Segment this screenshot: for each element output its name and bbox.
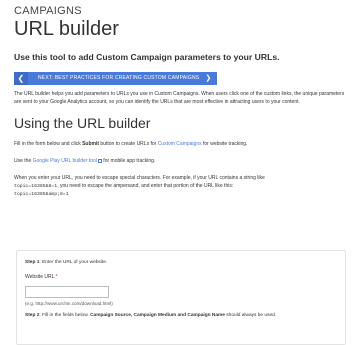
escape-text: When you enter your URL, you need to esc… [14, 175, 265, 181]
code-example-raw: topic=16385&8=1 [14, 184, 58, 189]
use-suffix: for mobile app tracking. [101, 158, 156, 164]
step-2-suffix: should always be used. [224, 313, 277, 318]
submit-word: Submit [82, 141, 100, 147]
step-1-text: : Enter the URL of your website. [39, 260, 108, 265]
fill-prefix: Fill in the form below and click [14, 141, 83, 147]
chevron-left-icon[interactable]: ❮ [14, 72, 28, 85]
fill-middle: button to create URLs for [99, 141, 158, 147]
page-lede: Use this tool to add Custom Campaign par… [14, 52, 280, 62]
website-url-label-text: Website URL [25, 274, 55, 280]
step-2-label: Step 2 [25, 313, 40, 318]
fill-in-instructions: Fill in the form below and click Submit … [14, 140, 354, 148]
step-2-instruction: Step 2: Fill in the fields below. Campai… [25, 312, 337, 319]
step-1-instruction: Step 1: Enter the URL of your website. [25, 259, 337, 266]
custom-campaigns-link[interactable]: Custom Campaigns [158, 141, 202, 147]
use-prefix: Use the [14, 158, 33, 164]
section-heading: Using the URL builder [14, 115, 151, 131]
fill-suffix: for website tracking. [201, 141, 248, 147]
required-mark: * [54, 274, 58, 280]
website-url-example: (e.g. http://www.urchin.com/download.htm… [25, 301, 113, 306]
url-builder-form: Step 1: Enter the URL of your website. W… [16, 250, 346, 345]
website-url-label: Website URL * [25, 274, 337, 280]
step-2-text: : Fill in the fields below. [39, 313, 91, 318]
website-url-input[interactable] [25, 286, 109, 298]
chevron-right-icon: ❯ [205, 75, 212, 82]
escape-instructions: When you enter your URL, you need to esc… [14, 174, 354, 198]
page-title: URL builder [14, 18, 119, 40]
next-button-label: NEXT: BEST PRACTICES FOR CREATING CUSTOM… [38, 75, 200, 81]
step-1-label: Step 1 [25, 260, 40, 265]
step-2-bold: Campaign Source, Campaign Medium and Cam… [90, 313, 225, 318]
escape-middle: , you need to escape the ampersand, and … [57, 183, 234, 189]
page-content: CAMPAIGNS URL builder Use this tool to a… [0, 0, 360, 198]
code-example-escaped: topic=16385&amp;8=1 [14, 192, 69, 197]
section-eyebrow: CAMPAIGNS [14, 5, 82, 17]
next-best-practices-button[interactable]: ❮ NEXT: BEST PRACTICES FOR CREATING CUST… [14, 72, 218, 85]
google-play-instructions: Use the Google Play URL builder tool for… [14, 157, 354, 165]
google-play-url-builder-link[interactable]: Google Play URL builder tool [33, 158, 97, 164]
intro-paragraph: The URL builder helps you add parameters… [14, 91, 345, 105]
